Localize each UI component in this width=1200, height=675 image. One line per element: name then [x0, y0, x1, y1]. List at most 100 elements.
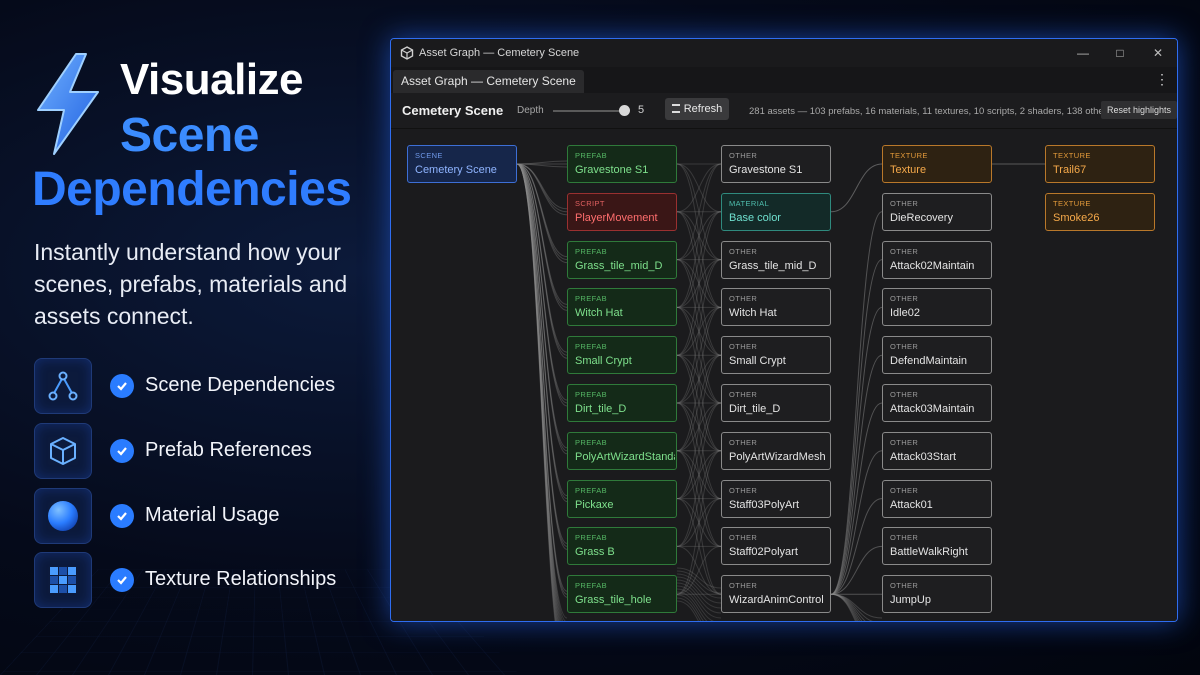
node-type-label: PREFAB	[575, 533, 607, 543]
subtitle: Instantly understand how your scenes, pr…	[34, 239, 348, 329]
dependency-edge	[830, 163, 883, 213]
node-type-label: PREFAB	[575, 485, 607, 495]
graph-node-other[interactable]: OTHER DieRecovery	[882, 192, 992, 231]
feature-icon-box	[34, 488, 92, 544]
graph-node-other[interactable]: OTHER WizardAnimControl	[721, 575, 831, 614]
node-type-label: OTHER	[729, 151, 758, 160]
refresh-button[interactable]: Refresh	[665, 98, 729, 120]
feature-scene-dependencies: Scene Dependencies	[34, 358, 364, 414]
node-name-label: JumpUp	[890, 594, 931, 607]
graph-node-script[interactable]: SCRIPT PlayerMovement	[567, 192, 677, 231]
node-name-label: Gravestone S1	[575, 164, 649, 176]
node-type-label: PREFAB	[575, 390, 607, 399]
graph-node-prefab[interactable]: PREFAB Gravestone S1	[567, 145, 677, 183]
graph-node-other[interactable]: OTHER Attack03Start	[882, 431, 992, 470]
depth-value: 5	[638, 104, 645, 116]
depth-slider-thumb[interactable]	[619, 105, 630, 116]
node-type-label: MATERIAL	[729, 198, 770, 208]
graph-node-prefab[interactable]: PREFAB Dirt_tile_D	[567, 384, 677, 422]
cube-icon	[50, 437, 76, 465]
reset-highlights-button[interactable]: Reset highlights	[1100, 101, 1177, 119]
node-name-label: Pickaxe	[575, 498, 614, 511]
kebab-menu-icon[interactable]: ⋮	[1155, 71, 1169, 88]
sphere-icon	[48, 501, 78, 531]
feature-material-usage: Material Usage	[34, 488, 364, 544]
graph-node-prefab[interactable]: PREFAB Small Crypt	[567, 336, 677, 375]
graph-node-other[interactable]: OTHER PolyArtWizardMesh	[721, 431, 831, 470]
node-name-label: Grass B	[575, 546, 615, 559]
graph-node-prefab[interactable]: PREFAB Pickaxe	[567, 479, 677, 518]
graph-node-other[interactable]: OTHER Attack03Maintain	[882, 384, 992, 422]
graph-node-scene[interactable]: SCENE Cemetery Scene	[407, 145, 517, 183]
node-type-label: OTHER	[729, 342, 758, 352]
node-type-label: OTHER	[890, 342, 919, 352]
node-name-label: Staff03PolyArt	[729, 498, 800, 511]
graph-node-other[interactable]: OTHER Gravestone S1	[721, 145, 831, 183]
node-type-label: OTHER	[729, 437, 758, 447]
node-name-label: Cemetery Scene	[415, 164, 497, 176]
graph-node-prefab[interactable]: PREFAB Witch Hat	[567, 288, 677, 327]
node-name-label: Grass_tile_mid_D	[729, 259, 817, 272]
graph-canvas[interactable]: SCENE Cemetery Scene PREFAB Gravestone S1 SC…	[391, 129, 1177, 621]
node-name-label: Witch Hat	[575, 307, 623, 320]
node-type-label: OTHER	[890, 485, 919, 495]
graph-node-other[interactable]: OTHER Dirt_tile_D	[721, 384, 831, 422]
title-bar: Asset Graph — Cemetery Scene — □ ✕	[391, 39, 1177, 67]
dependency-edge	[676, 163, 722, 213]
node-type-label: TEXTURE	[1053, 198, 1091, 208]
graph-node-other[interactable]: OTHER Attack02Maintain	[882, 240, 992, 279]
graph-node-other[interactable]: OTHER DefendMaintain	[882, 336, 992, 375]
node-name-label: Smoke26	[1053, 211, 1100, 224]
node-type-label: OTHER	[890, 581, 919, 591]
graph-node-prefab[interactable]: PREFAB Grass_tile_mid_D	[567, 240, 677, 279]
node-type-label: PREFAB	[575, 581, 607, 591]
graph-node-prefab[interactable]: PREFAB PolyArtWizardStanda...	[567, 431, 677, 470]
graph-node-other[interactable]: OTHER Witch Hat	[721, 288, 831, 327]
node-name-label: Witch Hat	[729, 307, 777, 320]
node-name-label: Trail67	[1053, 164, 1087, 176]
node-name-label: Staff02Polyart	[729, 546, 798, 559]
node-type-label: TEXTURE	[1053, 151, 1091, 160]
graph-node-prefab[interactable]: PREFAB Grass B	[567, 527, 677, 566]
headline-line-2: Scene	[120, 109, 259, 162]
close-icon[interactable]: ✕	[1150, 45, 1166, 61]
node-name-label: Dirt_tile_D	[729, 403, 781, 415]
graph-node-prefab[interactable]: PREFAB Grass_tile_hole	[567, 575, 677, 614]
node-name-label: Attack02Maintain	[890, 259, 975, 272]
graph-node-material[interactable]: MATERIAL Base color	[721, 192, 831, 231]
graph-node-other[interactable]: OTHER Idle02	[882, 288, 992, 327]
unity-logo-icon	[400, 46, 414, 60]
feature-icon-box	[34, 552, 92, 608]
headline-line-3: Dependencies	[32, 163, 352, 216]
graph-node-texture[interactable]: TEXTURE Trail67	[1045, 145, 1155, 183]
feature-label: Scene Dependencies	[145, 374, 336, 396]
depth-slider-track[interactable]	[553, 110, 627, 112]
scene-title: Cemetery Scene	[402, 103, 504, 118]
check-icon	[110, 439, 134, 463]
graph-node-texture[interactable]: TEXTURE Texture	[882, 145, 992, 183]
feature-label: Texture Relationships	[145, 568, 337, 590]
node-type-label: OTHER	[890, 294, 919, 304]
asset-graph-window: Asset Graph — Cemetery Scene — □ ✕ Asset…	[390, 38, 1178, 622]
graph-node-other[interactable]: OTHER BattleWalkRight	[882, 527, 992, 566]
tab-asset-graph[interactable]: Asset Graph — Cemetery Scene	[393, 70, 584, 93]
node-type-label: PREFAB	[575, 246, 607, 256]
dependency-edge	[830, 259, 883, 595]
graph-node-other[interactable]: OTHER Grass_tile_mid_D	[721, 240, 831, 279]
graph-node-other[interactable]: OTHER Staff02Polyart	[721, 527, 831, 566]
maximize-icon[interactable]: □	[1112, 45, 1128, 61]
node-name-label: Small Crypt	[575, 355, 632, 368]
node-type-label: OTHER	[890, 533, 919, 543]
headline-line-1: Visualize	[120, 55, 304, 104]
graph-node-other[interactable]: OTHER JumpUp	[882, 575, 992, 614]
node-name-label: Base color	[729, 211, 781, 224]
graph-node-texture[interactable]: TEXTURE Smoke26	[1045, 192, 1155, 231]
graph-node-other[interactable]: OTHER Attack01	[882, 479, 992, 518]
node-type-label: PREFAB	[575, 437, 607, 447]
lightning-bolt-icon	[37, 53, 99, 155]
node-name-label: Attack01	[890, 498, 933, 511]
node-name-label: Idle02	[890, 307, 920, 320]
graph-node-other[interactable]: OTHER Staff03PolyArt	[721, 479, 831, 518]
minimize-icon[interactable]: —	[1075, 45, 1091, 61]
graph-node-other[interactable]: OTHER Small Crypt	[721, 336, 831, 375]
